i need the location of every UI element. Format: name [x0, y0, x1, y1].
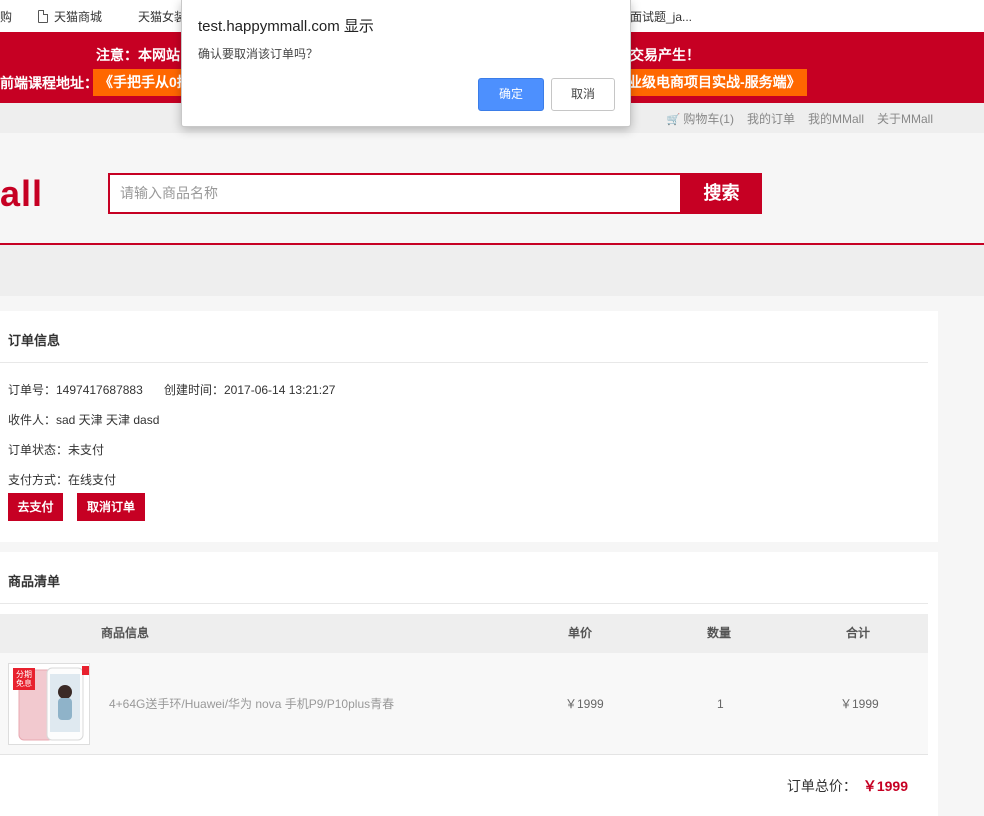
- product-thumbnail[interactable]: 分期免息: [8, 663, 90, 745]
- notice-text: 交易产生！: [630, 47, 700, 63]
- goods-list-panel: 商品清单 商品信息 单价 数量 合计 分期免息 4+64G送手环/Huawei/…: [0, 552, 938, 816]
- site-header: all 请输入商品名称 搜索: [0, 133, 984, 245]
- bookmark-label: 购: [0, 9, 13, 24]
- breadcrumb-bar: [0, 245, 984, 296]
- order-total: 订单总价： ￥1999: [787, 776, 908, 796]
- my-orders-link[interactable]: 我的订单: [747, 110, 795, 127]
- bookmark-label: 天猫商城: [54, 9, 103, 24]
- bookmark-label: 面试题_ja...: [630, 9, 693, 24]
- notice-text: 注意：本网站: [96, 47, 180, 63]
- product-quantity: 1: [717, 697, 724, 711]
- cart-icon: 🛒: [666, 113, 681, 126]
- order-total-value: ￥1999: [862, 778, 908, 794]
- order-created-time: 创建时间：2017-06-14 13:21:27: [164, 383, 336, 397]
- my-mmall-link[interactable]: 我的MMall: [808, 110, 864, 127]
- order-info-panel: 订单信息 订单号：1497417687883 创建时间：2017-06-14 1…: [0, 311, 938, 542]
- bookmark-item[interactable]: 购: [0, 8, 12, 25]
- pay-button[interactable]: 去支付: [8, 493, 63, 521]
- bookmark-item[interactable]: 面试题_ja...: [630, 8, 692, 25]
- order-total-label: 订单总价：: [786, 778, 857, 794]
- site-logo[interactable]: all: [0, 173, 43, 215]
- table-header: 商品信息 单价 数量 合计: [0, 614, 928, 653]
- course-link[interactable]: 业级电商项目实战-服务端》: [622, 69, 807, 96]
- cart-label: 购物车(1): [683, 111, 734, 126]
- about-link[interactable]: 关于MMall: [877, 110, 933, 127]
- order-number: 订单号：1497417687883: [8, 383, 143, 397]
- installment-badge: 分期免息: [16, 670, 32, 688]
- search-button[interactable]: 搜索: [681, 173, 762, 214]
- column-header: 单价: [568, 626, 593, 640]
- confirm-ok-button[interactable]: 确定: [478, 78, 544, 111]
- course-label: 前端课程地址：: [0, 75, 98, 91]
- order-payment-method: 支付方式：在线支付: [8, 473, 117, 487]
- confirm-cancel-button[interactable]: 取消: [551, 78, 615, 111]
- table-row: 分期免息 4+64G送手环/Huawei/华为 nova 手机P9/P10plu…: [0, 653, 928, 755]
- panel-title: 商品清单: [8, 574, 61, 589]
- search-input[interactable]: 请输入商品名称: [108, 173, 682, 214]
- dialog-message: 确认要取消该订单吗？: [198, 47, 319, 61]
- divider: [0, 603, 928, 604]
- grid-icon: [120, 9, 132, 23]
- bookmark-item[interactable]: 天猫商城: [38, 8, 102, 25]
- cancel-order-button[interactable]: 取消订单: [77, 493, 145, 521]
- column-header: 合计: [846, 626, 871, 640]
- confirm-dialog: test.happymmall.com 显示 确认要取消该订单吗？ 确定 取消: [181, 0, 631, 127]
- column-header: 商品信息: [101, 626, 150, 640]
- product-price: ￥1999: [565, 697, 604, 711]
- product-subtotal: ￥1999: [840, 697, 879, 711]
- divider: [0, 362, 928, 363]
- dialog-title: test.happymmall.com 显示: [198, 18, 374, 35]
- document-icon: [38, 9, 49, 23]
- bookmark-item[interactable]: 天猫女装: [120, 8, 186, 25]
- column-header: 数量: [707, 626, 732, 640]
- panel-title: 订单信息: [8, 333, 61, 348]
- cart-link[interactable]: 🛒 购物车(1): [667, 110, 734, 127]
- product-name[interactable]: 4+64G送手环/Huawei/华为 nova 手机P9/P10plus青春: [109, 653, 394, 755]
- bookmark-label: 天猫女装: [138, 9, 187, 24]
- order-receiver: 收件人：sad 天津 天津 dasd: [8, 413, 160, 427]
- order-status: 订单状态：未支付: [8, 443, 105, 457]
